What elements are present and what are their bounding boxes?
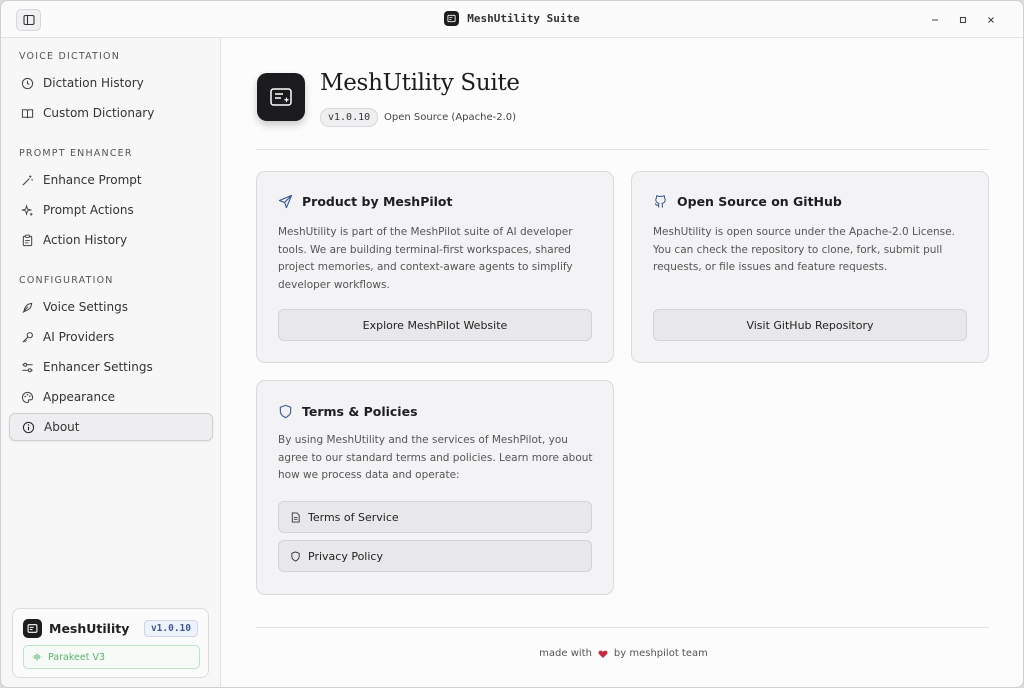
app-window: MeshUtility Suite VOICE DICTATION Dictat… [0,0,1024,688]
maximize-icon [959,16,967,24]
sidebar-item-label: Enhancer Settings [43,360,153,374]
sidebar-item-label: About [44,420,80,434]
privacy-policy-button[interactable]: Privacy Policy [278,540,592,572]
github-card-title: Open Source on GitHub [677,194,842,209]
product-card-header: Product by MeshPilot [278,194,453,209]
section-title-configuration: CONFIGURATION [19,275,114,286]
sidebar-item-enhance-prompt[interactable]: Enhance Prompt [9,166,213,194]
send-icon [278,194,293,209]
sparkles-icon [21,203,33,216]
sidebar-item-custom-dictionary[interactable]: Custom Dictionary [9,99,213,127]
sidebar-item-ai-providers[interactable]: AI Providers [9,323,213,351]
sidebar-item-label: AI Providers [43,330,115,344]
minimize-icon [932,19,938,21]
info-icon [22,421,35,433]
close-icon [988,17,994,23]
sidebar-item-label: Action History [43,233,128,247]
terms-of-service-button[interactable]: Terms of Service [278,501,592,533]
product-card: Product by MeshPilot MeshUtility is part… [256,171,614,363]
sliders-icon [22,362,33,372]
minimize-button[interactable] [921,12,949,28]
sidebar-item-label: Custom Dictionary [43,106,155,120]
section-title-voice-dictation: VOICE DICTATION [19,51,121,62]
model-status-button[interactable]: Parakeet V3 [23,645,200,669]
sidebar-item-label: Dictation History [43,76,144,90]
terms-card-title: Terms & Policies [302,404,418,419]
sidebar-footer-card: MeshUtility v1.0.10 Parakeet V3 [12,608,209,678]
visit-github-button[interactable]: Visit GitHub Repository [653,309,967,341]
section-title-prompt-enhancer: PROMPT ENHANCER [19,148,133,159]
window-title-text: MeshUtility Suite [467,12,580,25]
sidebar: VOICE DICTATION Dictation History Custom… [1,38,221,687]
book-icon [21,108,34,118]
sidebar-item-appearance[interactable]: Appearance [9,383,213,411]
close-button[interactable] [977,12,1005,28]
sidebar-item-voice-settings[interactable]: Voice Settings [9,293,213,321]
license-text: Open Source (Apache-2.0) [384,112,517,123]
made-with-text: made with [539,648,592,659]
app-logo-icon [444,11,460,26]
palette-icon [21,391,34,403]
app-logo-icon [257,73,305,121]
main-content: MeshUtility Suite v1.0.10 Open Source (A… [222,38,1023,687]
page-title: MeshUtility Suite [320,70,520,96]
sidebar-item-prompt-actions[interactable]: Prompt Actions [9,196,213,224]
footer-app-name: MeshUtility [49,621,130,636]
maximize-button[interactable] [949,12,977,28]
footer-divider [256,627,989,628]
terms-card-header: Terms & Policies [278,404,418,419]
sidebar-item-label: Prompt Actions [43,203,134,217]
explore-website-button[interactable]: Explore MeshPilot Website [278,309,592,341]
sidebar-item-dictation-history[interactable]: Dictation History [9,69,213,97]
divider [256,149,989,150]
github-card-body: MeshUtility is open source under the Apa… [653,226,955,273]
sidebar-item-enhancer-settings[interactable]: Enhancer Settings [9,353,213,381]
sidebar-item-label: Appearance [43,390,116,404]
window-controls [921,12,1005,28]
footer-version-badge: v1.0.10 [143,620,198,637]
model-name: Parakeet V3 [48,651,105,663]
sidebar-item-label: Voice Settings [43,300,128,314]
sidebar-item-about[interactable]: About [9,413,213,441]
document-icon [291,511,300,523]
shield-icon [279,404,292,419]
magic-wand-icon [22,174,33,186]
window-title: MeshUtility Suite [1,11,1023,26]
app-logo-icon [23,619,42,638]
title-bar: MeshUtility Suite [1,1,1023,38]
by-team-text: by meshpilot team [613,648,708,659]
sidebar-item-label: Enhance Prompt [43,173,142,187]
github-card: Open Source on GitHub MeshUtility is ope… [631,171,989,363]
terms-of-service-label: Terms of Service [308,510,399,524]
audio-wave-icon [32,653,42,661]
terms-card: Terms & Policies By using MeshUtility an… [256,380,614,595]
clipboard-icon [22,234,33,246]
clock-icon [21,77,34,89]
key-icon [22,331,33,343]
product-card-title: Product by MeshPilot [302,194,453,209]
made-with-footer: made with by meshpilot team [222,648,1023,659]
sidebar-item-action-history[interactable]: Action History [9,226,213,254]
shield-icon [291,550,300,562]
version-badge: v1.0.10 [320,108,379,127]
github-card-header: Open Source on GitHub [653,194,842,209]
terms-card-body: By using MeshUtility and the services of… [278,434,593,481]
github-icon [654,195,666,208]
feather-icon [22,302,33,313]
heart-icon [598,650,608,658]
product-card-body: MeshUtility is part of the MeshPilot sui… [278,226,573,291]
privacy-policy-label: Privacy Policy [308,549,383,563]
